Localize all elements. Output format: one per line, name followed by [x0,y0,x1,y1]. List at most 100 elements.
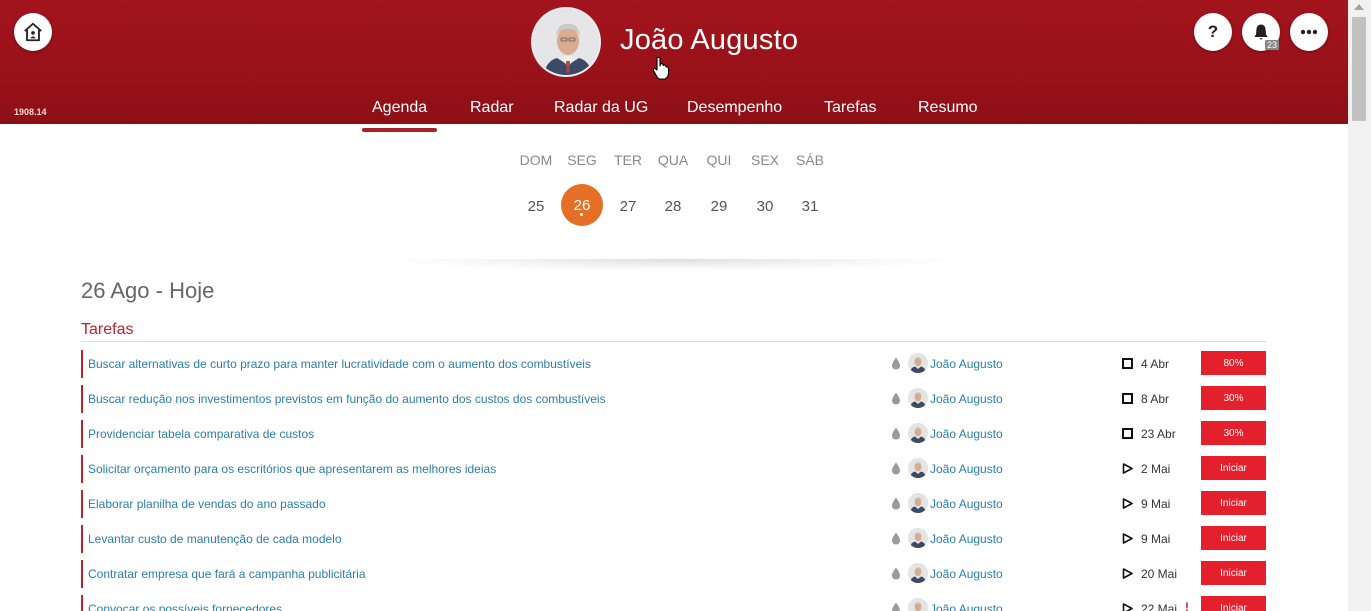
task-title[interactable]: Buscar alternativas de curto prazo para … [88,357,591,371]
task-row[interactable]: Contratar empresa que fará a campanha pu… [81,560,1266,588]
task-progress-button[interactable]: 30% [1201,386,1266,410]
square-icon[interactable] [1122,393,1133,404]
assignee-avatar [908,598,928,611]
task-title[interactable]: Buscar redução nos investimentos previst… [88,392,606,406]
home-icon [24,22,42,42]
weekday-label: SEG [567,152,597,168]
question-icon: ? [1207,22,1219,41]
calendar-day-selected[interactable]: 26 [561,184,603,226]
tab-radar-da-ug[interactable]: Radar da UG [554,99,648,117]
assignee-avatar [908,563,928,583]
task-priority-bar [81,595,83,611]
more-options-button[interactable] [1290,13,1328,51]
task-progress-button[interactable]: Iniciar [1201,526,1266,550]
scrollbar[interactable] [1348,0,1371,611]
assignee-name[interactable]: João Augusto [930,392,1003,406]
due-date: 8 Abr [1141,392,1170,406]
task-priority-bar [81,350,83,378]
due-date: 22 Mai [1141,602,1178,611]
notifications-button[interactable]: 23 [1242,13,1280,51]
task-progress-button[interactable]: 80% [1201,351,1266,375]
square-icon[interactable] [1122,428,1133,439]
task-title[interactable]: Contratar empresa que fará a campanha pu… [88,567,366,581]
task-priority-bar [81,560,83,588]
square-icon[interactable] [1122,358,1133,369]
weekday-label: QUA [657,152,689,168]
due-date: 2 Mai [1141,462,1171,476]
play-icon[interactable] [1122,533,1133,544]
calendar-day[interactable]: 31 [789,198,831,215]
calendar-divider-shadow [385,259,963,271]
assignee-avatar [908,528,928,548]
weekday-label: DOM [519,152,553,168]
task-row[interactable]: Buscar alternativas de curto prazo para … [81,350,1266,378]
task-title[interactable]: Convocar os possíveis fornecedores [88,602,282,611]
overdue-mark: ! [1185,600,1189,611]
play-icon[interactable] [1122,603,1133,611]
tab-tarefas[interactable]: Tarefas [824,99,876,117]
task-progress-button[interactable]: 30% [1201,421,1266,445]
task-priority-bar [81,420,83,448]
notification-count-badge: 23 [1264,40,1279,50]
scroll-thumb[interactable] [1352,17,1366,121]
drop-icon [891,392,901,405]
user-name[interactable]: João Augusto [620,24,798,57]
task-priority-bar [81,525,83,553]
drop-icon [891,532,901,545]
assignee-name[interactable]: João Augusto [930,427,1003,441]
drop-icon [891,357,901,370]
task-progress-button[interactable]: Iniciar [1201,456,1266,480]
event-dot [580,213,583,216]
home-button[interactable] [14,13,52,51]
assignee-avatar [908,493,928,513]
section-divider [81,341,1266,342]
due-date: 20 Mai [1141,567,1178,581]
assignee-name[interactable]: João Augusto [930,602,1003,611]
assignee-name[interactable]: João Augusto [930,567,1003,581]
task-row[interactable]: Providenciar tabela comparativa de custo… [81,420,1266,448]
task-row[interactable]: Elaborar planilha de vendas do ano passa… [81,490,1266,518]
task-priority-bar [81,490,83,518]
task-progress-button[interactable]: Iniciar [1201,596,1266,611]
tab-desempenho[interactable]: Desempenho [687,99,782,117]
due-date: 9 Mai [1141,532,1171,546]
task-row[interactable]: Solicitar orçamento para os escritórios … [81,455,1266,483]
user-photo [533,9,599,75]
help-button[interactable]: ? [1194,13,1232,51]
task-title[interactable]: Solicitar orçamento para os escritórios … [88,462,496,476]
play-icon[interactable] [1122,498,1133,509]
play-icon[interactable] [1122,463,1133,474]
calendar-day[interactable]: 25 [515,198,557,215]
date-heading: 26 Ago - Hoje [81,278,215,303]
tab-agenda[interactable]: Agenda [372,99,427,117]
scroll-up-arrow-icon[interactable] [1354,4,1364,10]
tab-radar[interactable]: Radar [470,99,514,117]
calendar-day[interactable]: 27 [607,198,649,215]
tab-resumo[interactable]: Resumo [918,99,978,117]
bell-icon [1254,24,1268,40]
task-row[interactable]: Levantar custo de manutenção de cada mod… [81,525,1266,553]
task-title[interactable]: Elaborar planilha de vendas do ano passa… [88,497,326,511]
main-nav: Agenda Radar Radar da UG Desempenho Tare… [0,99,1348,124]
play-icon[interactable] [1122,568,1133,579]
assignee-name[interactable]: João Augusto [930,497,1003,511]
drop-icon [891,602,901,611]
task-progress-button[interactable]: Iniciar [1201,561,1266,585]
assignee-name[interactable]: João Augusto [930,462,1003,476]
active-tab-indicator [362,128,437,132]
drop-icon [891,427,901,440]
assignee-name[interactable]: João Augusto [930,532,1003,546]
task-title[interactable]: Levantar custo de manutenção de cada mod… [88,532,342,546]
section-title: Tarefas [81,321,134,338]
task-row[interactable]: Convocar os possíveis fornecedores João A… [81,595,1266,611]
weekday-label: TER [614,152,642,168]
calendar-day[interactable]: 29 [698,198,740,215]
calendar-day[interactable]: 28 [652,198,694,215]
task-progress-button[interactable]: Iniciar [1201,491,1266,515]
hand-cursor-icon [652,56,670,80]
task-title[interactable]: Providenciar tabela comparativa de custo… [88,427,314,441]
user-avatar[interactable] [531,7,601,77]
assignee-name[interactable]: João Augusto [930,357,1003,371]
calendar-day[interactable]: 30 [744,198,786,215]
task-row[interactable]: Buscar redução nos investimentos previst… [81,385,1266,413]
